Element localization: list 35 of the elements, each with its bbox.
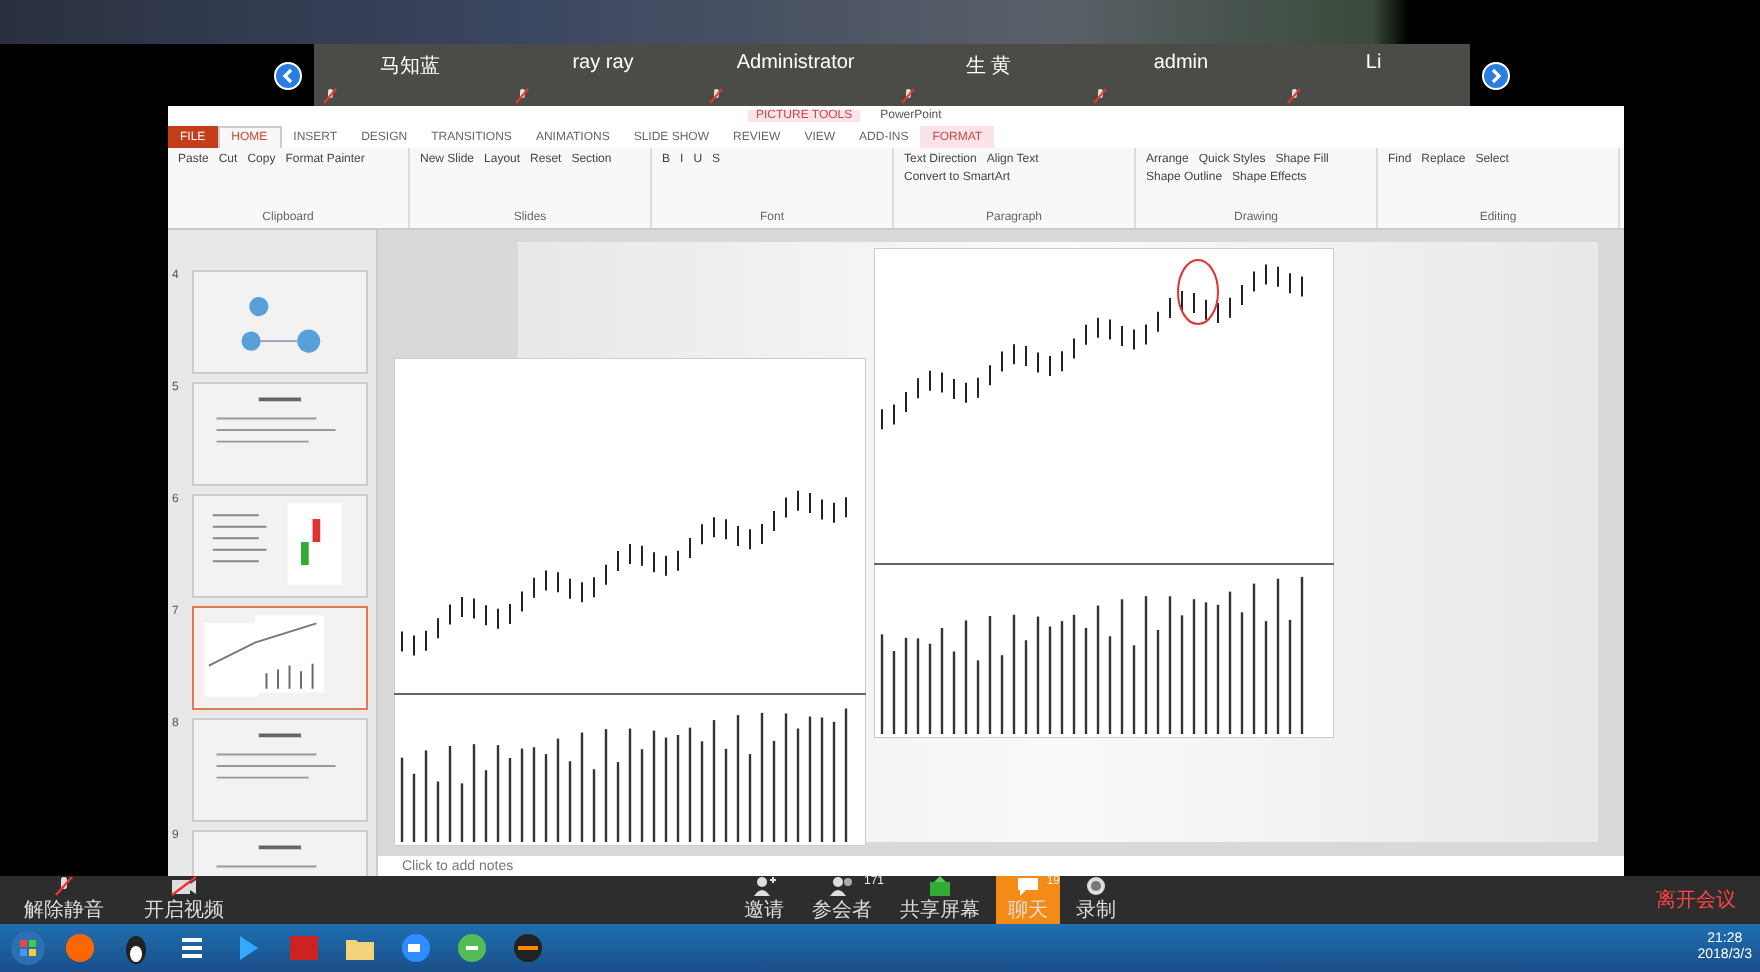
muted-mic-icon [52, 876, 76, 896]
video-camera-icon[interactable] [398, 930, 434, 966]
meeting-control-button[interactable]: 共享屏幕 [888, 876, 992, 924]
muted-mic-icon [514, 88, 531, 104]
muted-mic-icon [899, 88, 916, 104]
leave-meeting-button[interactable]: 离开会议 [1644, 876, 1748, 924]
participant-name: Administrator [736, 52, 855, 74]
meeting-control-button[interactable]: 解除静音 [12, 876, 116, 924]
muted-mic-icon [322, 88, 338, 104]
meeting-control-button[interactable]: 邀请 [732, 876, 796, 924]
muted-mic-icon [1285, 88, 1302, 104]
slide-thumbnail[interactable] [192, 382, 368, 486]
share-screen-icon [928, 876, 952, 896]
slide-thumbnail[interactable] [192, 494, 368, 598]
app-circle-icon[interactable] [62, 930, 98, 966]
previous-arrow-button[interactable] [274, 61, 302, 89]
meeting-control-button[interactable]: 开启视频 [132, 876, 236, 924]
round-app-icon[interactable] [510, 930, 546, 966]
minus-circle-icon[interactable] [454, 930, 490, 966]
participant-name: Li [1365, 52, 1382, 74]
next-arrow-button[interactable] [1482, 61, 1510, 89]
people-icon [828, 876, 856, 896]
slide-thumbnail[interactable] [192, 606, 368, 710]
slide-thumbnail[interactable] [192, 270, 368, 374]
muted-mic-icon [707, 88, 724, 104]
participant-name: 生 黄 [965, 53, 1012, 80]
participant-name: admin [1153, 52, 1209, 74]
record-icon [1086, 876, 1106, 896]
participant-name: ray ray [572, 52, 634, 74]
meeting-control-button[interactable]: 录制 [1064, 876, 1128, 924]
muted-mic-icon [1092, 88, 1109, 104]
add-person-icon [752, 876, 776, 896]
start-button[interactable] [8, 928, 48, 968]
participant-name: 马知蓝 [380, 53, 441, 80]
slide-thumbnail[interactable] [192, 718, 368, 822]
